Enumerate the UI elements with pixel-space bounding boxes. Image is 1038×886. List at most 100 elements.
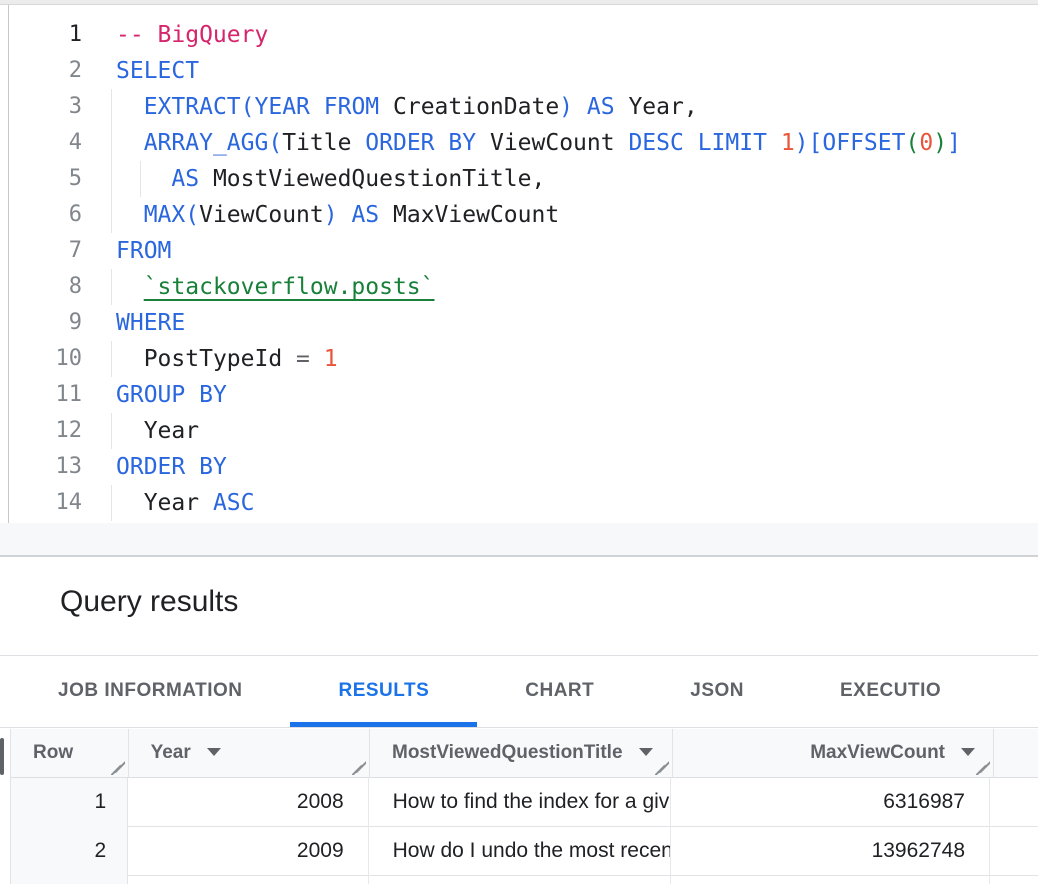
- sort-triangle-down-icon[interactable]: [961, 748, 975, 756]
- code-line[interactable]: 2 SELECT: [0, 53, 1038, 89]
- token-b1: ): [559, 94, 573, 120]
- cell-row: 2: [11, 827, 128, 876]
- cell-year: 2008: [128, 778, 368, 827]
- code-line[interactable]: 13 ORDER BY: [0, 449, 1038, 485]
- code-text[interactable]: FROM: [116, 233, 1038, 269]
- cell-row: 1: [11, 778, 128, 827]
- token-plain: [199, 166, 213, 192]
- code-line[interactable]: 5 AS MostViewedQuestionTitle,: [0, 161, 1038, 197]
- code-line[interactable]: 4 ARRAY_AGG(Title ORDER BY ViewCount DES…: [0, 125, 1038, 161]
- code-text[interactable]: `stackoverflow.posts`: [116, 269, 1038, 305]
- code-line[interactable]: 3 EXTRACT(YEAR FROM CreationDate) AS Yea…: [0, 89, 1038, 125]
- sort-triangle-down-icon[interactable]: [207, 748, 221, 756]
- token-kw: SELECT: [116, 58, 199, 84]
- code-line[interactable]: 12 Year: [0, 413, 1038, 449]
- line-number: 13: [0, 449, 97, 485]
- indent-guide: [111, 269, 112, 305]
- token-b1: (: [185, 202, 199, 228]
- token-kw: EXTRACT: [144, 94, 241, 120]
- token-comment: -- BigQuery: [116, 22, 268, 48]
- code-text[interactable]: Year ASC: [116, 485, 1038, 521]
- token-kw: AS: [351, 202, 379, 228]
- token-kw: DESC: [628, 130, 683, 156]
- column-label: MaxViewCount: [810, 742, 945, 763]
- editor-bottom-band: [0, 523, 1038, 557]
- table-row: 12008How to find the index for a give…63…: [11, 778, 1038, 827]
- code-text[interactable]: GROUP BY: [116, 377, 1038, 413]
- code-text[interactable]: Year: [116, 413, 1038, 449]
- column-label: Row: [33, 742, 73, 763]
- token-b1: (: [241, 94, 255, 120]
- token-plain: [684, 130, 698, 156]
- tab-chart[interactable]: CHART: [477, 656, 642, 727]
- cell-title: How do I undo the most recent …: [369, 827, 671, 876]
- token-plain: [310, 94, 324, 120]
- token-kw: ORDER: [365, 130, 434, 156]
- token-plain: [379, 202, 393, 228]
- code-line[interactable]: 11GROUP BY: [0, 377, 1038, 413]
- token-id: Year: [144, 418, 199, 444]
- indent-guide: [111, 125, 112, 161]
- token-plain: [116, 166, 171, 192]
- indent-guide: [111, 197, 112, 233]
- cell-year: 2009: [128, 827, 368, 876]
- indent-guide: [111, 413, 112, 449]
- token-plain: [435, 130, 449, 156]
- sort-triangle-down-icon[interactable]: [639, 748, 653, 756]
- code-line[interactable]: 8 `stackoverflow.posts`: [0, 269, 1038, 305]
- token-kw: ORDER: [116, 454, 185, 480]
- token-plain: [767, 130, 781, 156]
- code-line[interactable]: 10 PostTypeId = 1: [0, 341, 1038, 377]
- column-resize-handle-icon[interactable]: [352, 761, 366, 775]
- code-text[interactable]: ORDER BY: [116, 449, 1038, 485]
- code-line[interactable]: 6 MAX(ViewCount) AS MaxViewCount: [0, 197, 1038, 233]
- token-str: `stackoverflow.posts`: [144, 274, 435, 300]
- code-line[interactable]: 7 FROM: [0, 233, 1038, 269]
- line-number: 7: [0, 233, 97, 269]
- code-line[interactable]: 14 Year ASC: [0, 485, 1038, 521]
- cell-filler: [990, 827, 1038, 876]
- code-text[interactable]: -- BigQuery: [116, 17, 1038, 53]
- cell-year: [128, 876, 368, 884]
- token-plain: [116, 274, 144, 300]
- code-text[interactable]: PostTypeId = 1: [116, 341, 1038, 377]
- code-line[interactable]: 1-- BigQuery: [0, 17, 1038, 53]
- vertical-scrollbar-thumb[interactable]: [0, 738, 4, 775]
- cell-filler: [990, 778, 1038, 827]
- token-num: 1: [324, 346, 338, 372]
- column-resize-handle-icon[interactable]: [976, 761, 990, 775]
- token-id: ViewCount: [199, 202, 324, 228]
- horizontal-scrollbar[interactable]: [0, 0, 1038, 5]
- column-header-title[interactable]: MostViewedQuestionTitle: [370, 729, 673, 778]
- code-text[interactable]: EXTRACT(YEAR FROM CreationDate) AS Year,: [116, 89, 1038, 125]
- code-text[interactable]: ARRAY_AGG(Title ORDER BY ViewCount DESC …: [116, 125, 1038, 161]
- column-resize-handle-icon[interactable]: [111, 761, 125, 775]
- code-text[interactable]: SELECT: [116, 53, 1038, 89]
- code-text[interactable]: WHERE: [116, 305, 1038, 341]
- token-id: CreationDate: [393, 94, 559, 120]
- line-number: 10: [0, 341, 97, 377]
- table-row-partial: [11, 876, 1038, 884]
- table-header-row: Row YearMostViewedQuestionTitle MaxViewCou…: [11, 729, 1038, 778]
- tab-job-information[interactable]: JOB INFORMATION: [10, 656, 290, 727]
- column-header-max[interactable]: MaxViewCount: [673, 729, 994, 778]
- code-text[interactable]: AS MostViewedQuestionTitle,: [116, 161, 1038, 197]
- token-kw: FROM: [116, 238, 171, 264]
- column-resize-handle-icon[interactable]: [655, 761, 669, 775]
- code-text[interactable]: MAX(ViewCount) AS MaxViewCount: [116, 197, 1038, 233]
- line-number: 4: [0, 125, 97, 161]
- tab-json[interactable]: JSON: [642, 656, 792, 727]
- sql-editor[interactable]: 1-- BigQuery2SELECT3 EXTRACT(YEAR FROM C…: [0, 5, 1038, 557]
- results-tabs: JOB INFORMATIONRESULTSCHARTJSONEXECUTIO: [0, 656, 1038, 728]
- tab-results[interactable]: RESULTS: [290, 656, 477, 727]
- table-row: 22009How do I undo the most recent …1396…: [11, 827, 1038, 876]
- column-header-year[interactable]: Year: [129, 729, 370, 778]
- token-b2: ): [933, 130, 947, 156]
- line-number: 2: [0, 53, 97, 89]
- token-plain: [379, 94, 393, 120]
- column-header-row[interactable]: Row: [11, 729, 129, 778]
- token-kw: WHERE: [116, 310, 185, 336]
- tab-executio[interactable]: EXECUTIO: [792, 656, 989, 727]
- line-number: 9: [0, 305, 97, 341]
- code-line[interactable]: 9 WHERE: [0, 305, 1038, 341]
